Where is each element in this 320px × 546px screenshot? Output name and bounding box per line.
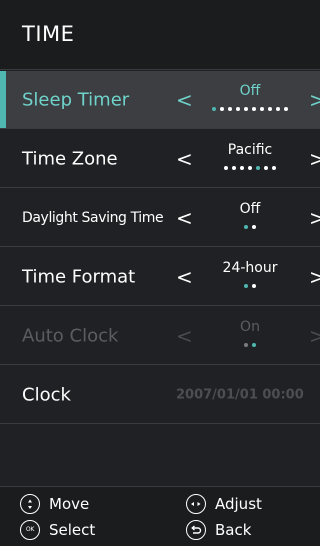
indicator-dot xyxy=(244,107,248,111)
hint-label: Select xyxy=(49,521,96,539)
hint-label: Adjust xyxy=(215,495,262,513)
indicator-dot xyxy=(252,107,256,111)
setting-row-clock[interactable]: Clock 2007/01/01 00:00 xyxy=(0,366,320,424)
setting-row-time-zone[interactable]: Time Zone < Pacific > xyxy=(0,130,320,188)
indicator-dot xyxy=(276,107,280,111)
hint-adjust: Adjust xyxy=(186,494,262,514)
indicator-dot xyxy=(252,284,256,288)
setting-label: Time Format xyxy=(22,266,136,287)
setting-label: Sleep Timer xyxy=(22,89,130,110)
up-down-arrows-icon xyxy=(20,494,40,514)
hint-label: Move xyxy=(49,495,90,513)
setting-row-daylight-saving-time[interactable]: Daylight Saving Time < Off > xyxy=(0,189,320,247)
setting-row-time-format[interactable]: Time Format < 24-hour > xyxy=(0,248,320,306)
header: TIME xyxy=(0,0,320,70)
selection-indicator xyxy=(0,71,6,128)
indicator-dot xyxy=(260,107,264,111)
setting-label: Daylight Saving Time xyxy=(22,209,164,226)
indicator-dot xyxy=(264,166,268,170)
hint-move: Move xyxy=(20,494,89,514)
setting-value: On xyxy=(240,319,260,335)
value-indicator-dots xyxy=(190,225,310,229)
indicator-dot xyxy=(228,107,232,111)
indicator-dot xyxy=(268,107,272,111)
setting-label: Clock xyxy=(22,384,71,405)
chevron-right-icon[interactable]: > xyxy=(309,90,320,110)
indicator-dot-active xyxy=(252,343,256,347)
setting-value: Off xyxy=(239,83,261,99)
indicator-dot-active xyxy=(212,107,216,111)
value-indicator-dots xyxy=(190,166,310,170)
indicator-dot xyxy=(220,107,224,111)
indicator-dot xyxy=(284,107,288,111)
indicator-dot xyxy=(224,166,228,170)
setting-row-auto-clock: Auto Clock < On > xyxy=(0,307,320,365)
page-title: TIME xyxy=(22,22,75,46)
chevron-right-icon: > xyxy=(309,323,320,348)
indicator-dot xyxy=(232,166,236,170)
indicator-dot xyxy=(240,166,244,170)
setting-label: Time Zone xyxy=(22,148,118,169)
hint-select: OK Select xyxy=(20,520,95,540)
indicator-dot xyxy=(252,225,256,229)
setting-value: Off xyxy=(239,201,261,217)
hint-label: Back xyxy=(215,521,252,539)
setting-label: Auto Clock xyxy=(22,325,119,346)
setting-row-sleep-timer[interactable]: Sleep Timer < Off > xyxy=(0,71,320,129)
indicator-dot xyxy=(244,343,248,347)
value-indicator-dots xyxy=(190,343,310,347)
indicator-dot xyxy=(248,166,252,170)
ok-button-icon: OK xyxy=(20,520,40,540)
left-right-arrows-icon xyxy=(186,494,206,514)
indicator-dot-active xyxy=(256,166,260,170)
chevron-right-icon[interactable]: > xyxy=(309,208,320,228)
value-indicator-dots xyxy=(190,284,310,288)
footer-hints: Move Adjust OK Select Back xyxy=(0,486,320,546)
indicator-dot xyxy=(272,166,276,170)
indicator-dot-active xyxy=(244,284,248,288)
setting-value: Pacific xyxy=(227,142,273,158)
back-icon xyxy=(186,520,206,540)
chevron-right-icon[interactable]: > xyxy=(309,149,320,169)
hint-back: Back xyxy=(186,520,251,540)
value-indicator-dots xyxy=(190,107,310,111)
indicator-dot xyxy=(236,107,240,111)
indicator-dot-active xyxy=(244,225,248,229)
chevron-right-icon[interactable]: > xyxy=(309,267,320,287)
setting-value: 24-hour xyxy=(222,260,278,276)
clock-value: 2007/01/01 00:00 xyxy=(176,387,304,402)
